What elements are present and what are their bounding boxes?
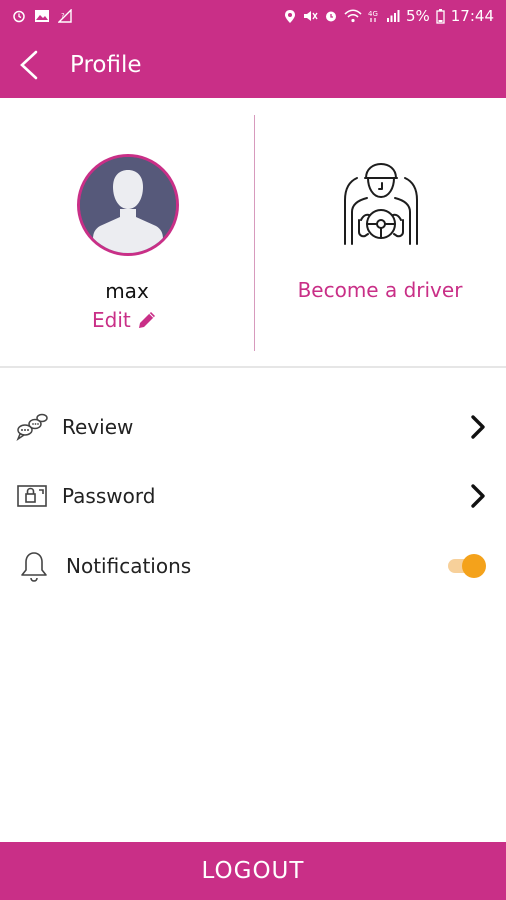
menu-label-review: Review xyxy=(62,415,134,439)
battery-icon xyxy=(436,8,445,24)
edit-label: Edit xyxy=(92,308,131,332)
notifications-toggle[interactable] xyxy=(446,554,486,578)
become-driver-link[interactable]: Become a driver xyxy=(254,278,506,302)
back-arrow-icon xyxy=(20,50,38,80)
alarm-clock-icon xyxy=(324,9,338,23)
menu-item-review[interactable]: Review xyxy=(0,397,506,457)
menu-label-password: Password xyxy=(62,484,156,508)
no-signal-icon: ? xyxy=(58,9,72,23)
status-bar: ? 4G 5% 17:44 xyxy=(0,0,506,32)
menu-item-notifications: Notifications xyxy=(0,536,506,596)
lock-card-icon xyxy=(16,480,48,512)
status-left-icons: ? xyxy=(12,9,72,23)
page-title: Profile xyxy=(70,52,142,78)
location-icon xyxy=(284,9,296,24)
chevron-right-icon xyxy=(471,484,485,508)
back-button[interactable] xyxy=(0,32,58,98)
battery-percent: 5% xyxy=(405,7,430,25)
network-4g-icon: 4G xyxy=(368,9,380,23)
edit-profile-link[interactable]: Edit xyxy=(92,308,157,332)
toggle-knob xyxy=(462,554,486,578)
menu-label-notifications: Notifications xyxy=(66,554,192,578)
signal-icon xyxy=(386,9,400,23)
logout-button[interactable]: LOGOUT xyxy=(0,842,506,900)
status-right-icons: 4G 5% 17:44 xyxy=(284,7,494,25)
svg-text:4G: 4G xyxy=(368,10,378,18)
mute-icon xyxy=(302,9,318,23)
profile-panel: max Edit Become a driver xyxy=(0,98,506,366)
chat-bubbles-icon xyxy=(16,411,48,443)
alarm-icon xyxy=(12,9,26,23)
pencil-icon xyxy=(138,312,155,328)
image-icon xyxy=(34,9,50,23)
horizontal-divider xyxy=(0,366,506,368)
avatar[interactable] xyxy=(77,154,179,256)
vertical-divider xyxy=(254,115,255,351)
menu-item-password[interactable]: Password xyxy=(0,466,506,526)
username: max xyxy=(105,279,149,303)
app-bar: Profile xyxy=(0,32,506,98)
bell-icon xyxy=(18,550,50,582)
driver-steering-wheel-icon[interactable] xyxy=(339,160,423,246)
user-silhouette-icon xyxy=(80,157,176,253)
svg-text:?: ? xyxy=(61,12,65,20)
chevron-right-icon xyxy=(471,415,485,439)
wifi-icon xyxy=(344,9,362,23)
clock-time: 17:44 xyxy=(450,7,494,25)
